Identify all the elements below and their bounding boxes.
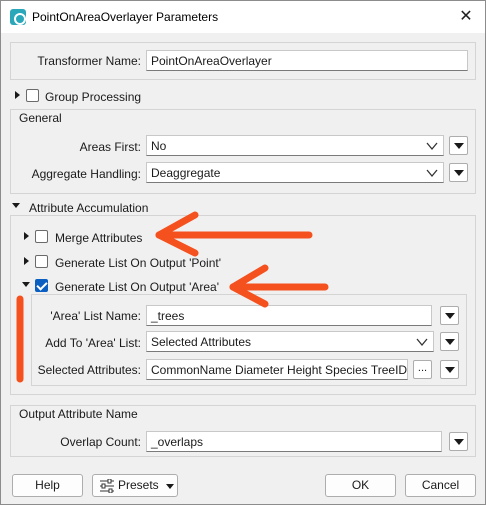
add-to-area-list-menu-button[interactable] <box>440 332 459 351</box>
triangle-down-icon <box>454 170 464 176</box>
triangle-down-icon <box>454 143 464 149</box>
close-button[interactable]: ✕ <box>455 6 477 28</box>
list-area-expander-icon[interactable] <box>22 282 30 287</box>
triangle-down-icon <box>445 339 455 345</box>
list-point-label: Generate List On Output 'Point' <box>55 256 222 270</box>
areas-first-value: No <box>151 139 167 153</box>
triangle-down-icon <box>445 367 455 373</box>
general-group-title: General <box>19 111 62 125</box>
areas-first-label: Areas First: <box>79 140 141 154</box>
group-processing-expander-icon[interactable] <box>15 91 20 99</box>
aggregate-handling-menu-button[interactable] <box>449 163 468 182</box>
aggregate-handling-select[interactable]: Deaggregate <box>146 162 444 183</box>
dialog-window: PointOnAreaOverlayer Parameters ✕ Transf… <box>0 0 486 505</box>
group-processing-checkbox[interactable] <box>26 89 39 102</box>
area-list-name-label: 'Area' List Name: <box>50 309 141 323</box>
triangle-down-icon <box>445 313 455 319</box>
ok-button[interactable]: OK <box>325 474 396 497</box>
group-processing-label: Group Processing <box>45 90 142 104</box>
transformer-name-input[interactable]: PointOnAreaOverlayer <box>146 50 468 71</box>
presets-label: Presets <box>118 478 159 492</box>
aggregate-handling-value: Deaggregate <box>151 166 221 180</box>
cancel-button[interactable]: Cancel <box>405 474 476 497</box>
list-point-checkbox[interactable] <box>35 255 48 268</box>
selected-attributes-input[interactable]: CommonName Diameter Height Species TreeI… <box>146 359 408 380</box>
add-to-area-list-label: Add To 'Area' List: <box>45 336 141 350</box>
list-area-label: Generate List On Output 'Area' <box>55 280 220 294</box>
transformer-name-label: Transformer Name: <box>37 54 141 68</box>
presets-button[interactable]: Presets <box>92 474 178 497</box>
selected-attributes-label: Selected Attributes: <box>37 363 141 377</box>
overlap-count-label: Overlap Count: <box>60 435 141 449</box>
help-button[interactable]: Help <box>12 474 83 497</box>
merge-attributes-label: Merge Attributes <box>55 231 143 245</box>
aggregate-handling-label: Aggregate Handling: <box>31 167 141 181</box>
output-attribute-name-title: Output Attribute Name <box>19 407 138 421</box>
title-bar: PointOnAreaOverlayer Parameters ✕ <box>1 1 485 33</box>
overlap-count-input[interactable]: _overlaps <box>146 431 442 452</box>
chevron-down-icon <box>426 142 438 151</box>
list-area-checkbox[interactable] <box>35 279 48 292</box>
add-to-area-list-select[interactable]: Selected Attributes <box>146 331 434 352</box>
merge-attributes-expander-icon[interactable] <box>24 232 29 240</box>
area-list-name-menu-button[interactable] <box>440 306 459 325</box>
selected-attributes-browse-button[interactable]: ... <box>413 360 432 379</box>
areas-first-select[interactable]: No <box>146 135 444 156</box>
triangle-down-icon <box>454 439 464 445</box>
merge-attributes-checkbox[interactable] <box>35 230 48 243</box>
chevron-down-icon <box>416 338 428 347</box>
attribute-accumulation-expander-icon[interactable] <box>12 203 20 208</box>
sliders-icon <box>100 479 114 493</box>
transformer-app-icon <box>10 9 26 25</box>
chevron-down-icon <box>426 169 438 178</box>
attribute-accumulation-title: Attribute Accumulation <box>29 201 149 215</box>
selected-attributes-menu-button[interactable] <box>440 360 459 379</box>
window-title: PointOnAreaOverlayer Parameters <box>32 10 219 24</box>
list-point-expander-icon[interactable] <box>24 257 29 265</box>
add-to-area-list-value: Selected Attributes <box>151 335 252 349</box>
triangle-down-icon <box>166 484 174 489</box>
overlap-count-menu-button[interactable] <box>449 432 468 451</box>
areas-first-menu-button[interactable] <box>449 136 468 155</box>
area-list-name-input[interactable]: _trees <box>146 305 432 326</box>
